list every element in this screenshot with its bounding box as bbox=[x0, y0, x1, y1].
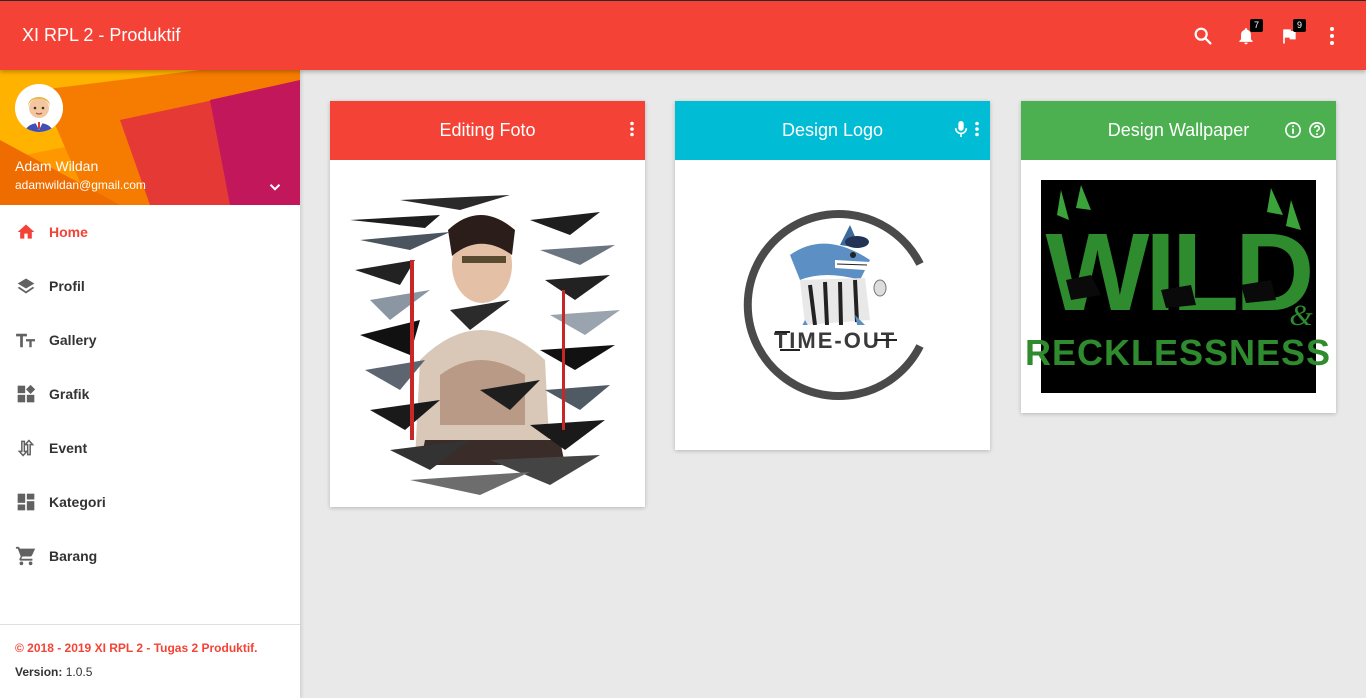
sidebar-item-label: Event bbox=[49, 440, 88, 456]
sidebar-footer: © 2018 - 2019 XI RPL 2 - Tugas 2 Produkt… bbox=[0, 624, 300, 698]
copyright-text: © 2018 - 2019 XI RPL 2 - Tugas 2 Produkt… bbox=[15, 641, 258, 655]
user-name: Adam Wildan bbox=[15, 158, 99, 174]
help-icon[interactable] bbox=[1308, 121, 1326, 139]
card-image bbox=[330, 160, 645, 507]
glitched-portrait-photo bbox=[330, 160, 645, 507]
card-editing-foto: Editing Foto bbox=[330, 101, 645, 507]
app-title: XI RPL 2 - Produktif bbox=[22, 25, 181, 45]
search-icon[interactable] bbox=[1190, 23, 1216, 49]
top-app-bar: XI RPL 2 - Produktif 7 9 bbox=[0, 0, 1366, 70]
home-icon bbox=[15, 221, 37, 243]
card-header: Editing Foto bbox=[330, 101, 645, 160]
sidebar: Adam Wildan adamwildan@gmail.com Home Pr… bbox=[0, 70, 300, 698]
widgets-icon bbox=[15, 383, 37, 405]
card-title: Editing Foto bbox=[439, 120, 536, 140]
sidebar-item-kategori[interactable]: Kategori bbox=[0, 475, 300, 529]
shopping-cart-icon bbox=[15, 545, 37, 567]
mic-icon[interactable] bbox=[954, 121, 968, 137]
sidebar-menu: Home Profil Gallery Grafik Event Kategor… bbox=[0, 205, 300, 583]
more-vert-icon[interactable] bbox=[629, 121, 635, 137]
card-actions bbox=[629, 121, 635, 137]
flag-icon[interactable]: 9 bbox=[1276, 19, 1306, 49]
svg-text:WILD: WILD bbox=[1045, 211, 1310, 334]
card-image: WILD RECKLESSNESS & bbox=[1021, 160, 1336, 413]
sidebar-item-home[interactable]: Home bbox=[0, 205, 300, 259]
flag-badge: 9 bbox=[1293, 19, 1306, 32]
dashboard-icon bbox=[15, 491, 37, 513]
card-design-logo: Design Logo TIME-OUT bbox=[675, 101, 990, 450]
sidebar-item-label: Profil bbox=[49, 278, 85, 294]
user-email: adamwildan@gmail.com bbox=[15, 178, 146, 192]
sidebar-item-label: Grafik bbox=[49, 386, 90, 402]
card-actions bbox=[1284, 121, 1326, 139]
card-design-wallpaper: Design Wallpaper WILD RECKLESSNESS & bbox=[1021, 101, 1336, 413]
sidebar-item-barang[interactable]: Barang bbox=[0, 529, 300, 583]
sidebar-item-gallery[interactable]: Gallery bbox=[0, 313, 300, 367]
sidebar-item-label: Gallery bbox=[49, 332, 97, 348]
info-icon[interactable] bbox=[1284, 121, 1302, 139]
shark-mascot-logo: TIME-OUT bbox=[675, 160, 990, 450]
notifications-icon[interactable]: 7 bbox=[1233, 19, 1263, 49]
chevron-down-icon[interactable] bbox=[266, 178, 284, 196]
text-fields-icon bbox=[15, 329, 37, 351]
svg-text:&: & bbox=[1289, 299, 1313, 332]
sidebar-item-label: Kategori bbox=[49, 494, 106, 510]
more-vert-icon[interactable] bbox=[1319, 23, 1345, 49]
card-title: Design Wallpaper bbox=[1107, 120, 1250, 140]
more-vert-icon[interactable] bbox=[974, 121, 980, 137]
card-header: Design Logo bbox=[675, 101, 990, 160]
sidebar-item-label: Home bbox=[49, 224, 88, 240]
swap-vert-icon bbox=[15, 437, 37, 459]
avatar[interactable] bbox=[15, 84, 63, 132]
layers-icon bbox=[15, 275, 37, 297]
user-profile-header: Adam Wildan adamwildan@gmail.com bbox=[0, 70, 300, 205]
sidebar-item-profil[interactable]: Profil bbox=[0, 259, 300, 313]
version-label: Version: bbox=[15, 665, 63, 679]
card-actions bbox=[954, 121, 980, 137]
version-value: 1.0.5 bbox=[65, 665, 93, 679]
sidebar-item-label: Barang bbox=[49, 548, 98, 564]
sidebar-item-event[interactable]: Event bbox=[0, 421, 300, 475]
sidebar-item-grafik[interactable]: Grafik bbox=[0, 367, 300, 421]
card-title: Design Logo bbox=[781, 120, 884, 140]
svg-text:RECKLESSNESS: RECKLESSNESS bbox=[1025, 332, 1331, 373]
version-info: Version: 1.0.5 bbox=[15, 665, 285, 679]
card-image: TIME-OUT bbox=[675, 160, 990, 450]
wild-recklessness-wallpaper: WILD RECKLESSNESS & bbox=[1021, 160, 1336, 413]
notifications-badge: 7 bbox=[1250, 19, 1263, 32]
card-header: Design Wallpaper bbox=[1021, 101, 1336, 160]
